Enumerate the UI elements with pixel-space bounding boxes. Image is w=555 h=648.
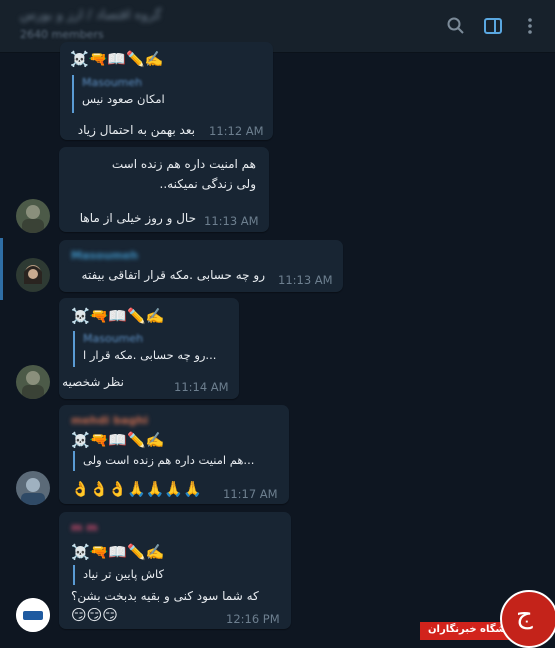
reply-sender-name: Masoumeh bbox=[83, 332, 144, 345]
avatar[interactable] bbox=[16, 598, 50, 632]
message-text-line: حال و روز خیلی از ماها bbox=[79, 211, 196, 225]
message-text-line: ولی زندگی نمیکنه.. bbox=[159, 177, 256, 191]
message-time: 11:13 AM bbox=[204, 214, 259, 228]
message-bubble[interactable]: Masoumeh رو چه حسابی .مکه قرار اتفاقی بی… bbox=[59, 240, 343, 292]
reaction-emoji: 👌👌👌🙏🙏🙏🙏 bbox=[71, 480, 202, 498]
reply-text: امکان صعود نیس bbox=[82, 92, 165, 106]
avatar[interactable] bbox=[16, 471, 50, 505]
message-bubble[interactable]: ☠️🔫📖✏️✍️ Masoumeh امکان صعود نیس بعد بهم… bbox=[60, 42, 273, 140]
sender-name[interactable]: mehdi baghi bbox=[71, 414, 148, 427]
more-options-icon[interactable] bbox=[520, 16, 540, 36]
sender-emoji-tag: ☠️🔫📖✏️✍️ bbox=[70, 50, 164, 68]
watermark-letter: ج bbox=[516, 600, 533, 630]
selection-indicator bbox=[0, 238, 3, 300]
reply-quote[interactable]: Masoumeh امکان صعود نیس bbox=[72, 75, 252, 113]
message-bubble[interactable]: mehdi baghi ☠️🔫📖✏️✍️ ...هم امنیت داره هم… bbox=[59, 405, 289, 504]
message-text: رو چه حسابی .مکه قرار اتفاقی بیفته bbox=[81, 268, 265, 282]
message-text-line: هم امنیت داره هم زنده است bbox=[111, 157, 256, 171]
message-time: 11:17 AM bbox=[223, 487, 278, 501]
watermark-logo: باشگاه خبرنگاران ج bbox=[420, 586, 555, 648]
reply-quote[interactable]: Masoumeh ...رو چه حسابی .مکه قرار ا bbox=[73, 331, 228, 367]
message-time: 11:13 AM bbox=[278, 273, 333, 287]
avatar[interactable] bbox=[16, 199, 50, 233]
sender-name[interactable]: m m bbox=[71, 521, 98, 534]
reply-text: کاش پایین تر نیاد bbox=[83, 567, 164, 581]
chat-title[interactable]: گروه اقتصاد / ارز و بورس bbox=[20, 8, 161, 23]
sidebar-toggle-icon[interactable] bbox=[483, 16, 503, 36]
sender-emoji-tag: ☠️🔫📖✏️✍️ bbox=[71, 543, 165, 561]
reply-quote[interactable]: کاش پایین تر نیاد bbox=[73, 565, 243, 585]
reply-quote[interactable]: ...هم امنیت داره هم زنده است ولی bbox=[73, 451, 283, 471]
message-text: نظر شخصیه bbox=[62, 375, 124, 389]
reply-sender-name: Masoumeh bbox=[82, 76, 143, 89]
message-bubble[interactable]: هم امنیت داره هم زنده است ولی زندگی نمیک… bbox=[59, 147, 269, 232]
sender-emoji-tag: ☠️🔫📖✏️✍️ bbox=[71, 307, 165, 325]
avatar[interactable] bbox=[16, 258, 50, 292]
member-count: 2640 members bbox=[20, 28, 104, 41]
search-icon[interactable] bbox=[446, 16, 466, 36]
reply-text: ...رو چه حسابی .مکه قرار ا bbox=[83, 348, 217, 362]
avatar[interactable] bbox=[16, 365, 50, 399]
message-bubble[interactable]: m m ☠️🔫📖✏️✍️ کاش پایین تر نیاد که شما سو… bbox=[59, 512, 291, 629]
reply-text: ...هم امنیت داره هم زنده است ولی bbox=[83, 453, 255, 467]
sender-emoji-tag: ☠️🔫📖✏️✍️ bbox=[71, 431, 165, 449]
message-text: بعد بهمن به احتمال زیاد bbox=[77, 123, 195, 137]
sender-name[interactable]: Masoumeh bbox=[71, 249, 138, 262]
message-time: 11:14 AM bbox=[174, 380, 229, 394]
message-time: 11:12 AM bbox=[209, 124, 264, 138]
reaction-emoji: 😏😏😏 bbox=[71, 606, 118, 624]
message-text: که شما سود کنی و بقیه بدبخت بشن؟ bbox=[71, 589, 259, 603]
message-time: 12:16 PM bbox=[226, 612, 280, 626]
message-bubble[interactable]: ☠️🔫📖✏️✍️ Masoumeh ...رو چه حسابی .مکه قر… bbox=[59, 298, 239, 399]
